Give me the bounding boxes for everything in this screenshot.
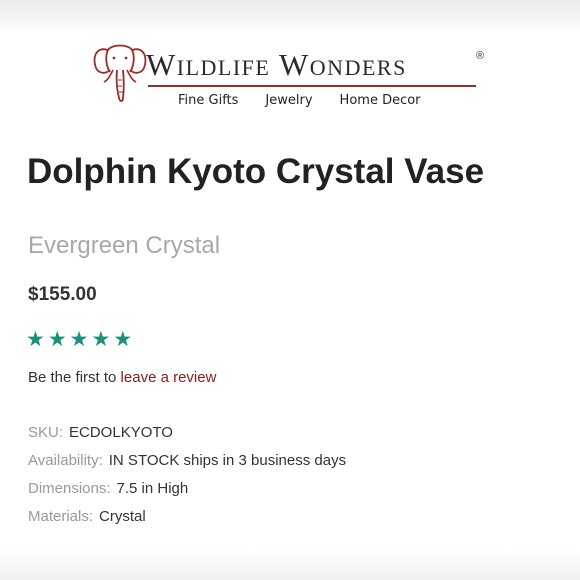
- spec-row-availability: Availability: IN STOCK ships in 3 busines…: [28, 452, 346, 469]
- spec-label: Availability:: [28, 452, 103, 469]
- spec-label: Dimensions:: [28, 480, 111, 497]
- star-icon[interactable]: ★: [48, 328, 67, 352]
- brand-name: Wildlife Wonders: [146, 47, 407, 82]
- star-icon[interactable]: ★: [91, 328, 110, 352]
- review-prompt-line: Be the first to leave a review: [28, 369, 216, 386]
- star-icon[interactable]: ★: [70, 328, 89, 352]
- elephant-icon: [93, 44, 147, 102]
- spec-value: ECDOLKYOTO: [69, 424, 173, 441]
- spec-row-materials: Materials: Crystal: [28, 508, 146, 525]
- leave-review-link[interactable]: leave a review: [121, 369, 217, 386]
- brand-underline: [148, 85, 476, 87]
- review-prompt-text: Be the first to: [28, 369, 117, 386]
- star-icon[interactable]: ★: [113, 328, 132, 352]
- spec-label: SKU:: [28, 424, 64, 441]
- nav-home-decor[interactable]: Home Decor: [340, 93, 421, 108]
- top-shading: [0, 0, 580, 34]
- star-icon[interactable]: ★: [26, 328, 45, 352]
- spec-label: Materials:: [28, 508, 94, 525]
- spec-value: 7.5 in High: [116, 480, 189, 497]
- spec-value: Crystal: [99, 508, 146, 525]
- bottom-shading: [0, 550, 580, 580]
- spec-row-dimensions: Dimensions: 7.5 in High: [28, 480, 188, 497]
- site-logo[interactable]: Wildlife Wonders ® Fine Gifts Jewelry Ho…: [86, 38, 496, 118]
- nav-fine-gifts[interactable]: Fine Gifts: [178, 93, 238, 108]
- product-title: Dolphin Kyoto Crystal Vase: [27, 152, 485, 191]
- product-brand[interactable]: Evergreen Crystal: [28, 232, 220, 260]
- top-nav: Fine Gifts Jewelry Home Decor: [178, 93, 421, 108]
- registered-mark: ®: [476, 50, 485, 62]
- product-price: $155.00: [28, 284, 97, 305]
- nav-jewelry[interactable]: Jewelry: [265, 93, 312, 108]
- spec-row-sku: SKU: ECDOLKYOTO: [28, 424, 173, 441]
- star-rating[interactable]: ★ ★ ★ ★ ★: [26, 328, 132, 352]
- spec-value: IN STOCK ships in 3 business days: [108, 452, 347, 469]
